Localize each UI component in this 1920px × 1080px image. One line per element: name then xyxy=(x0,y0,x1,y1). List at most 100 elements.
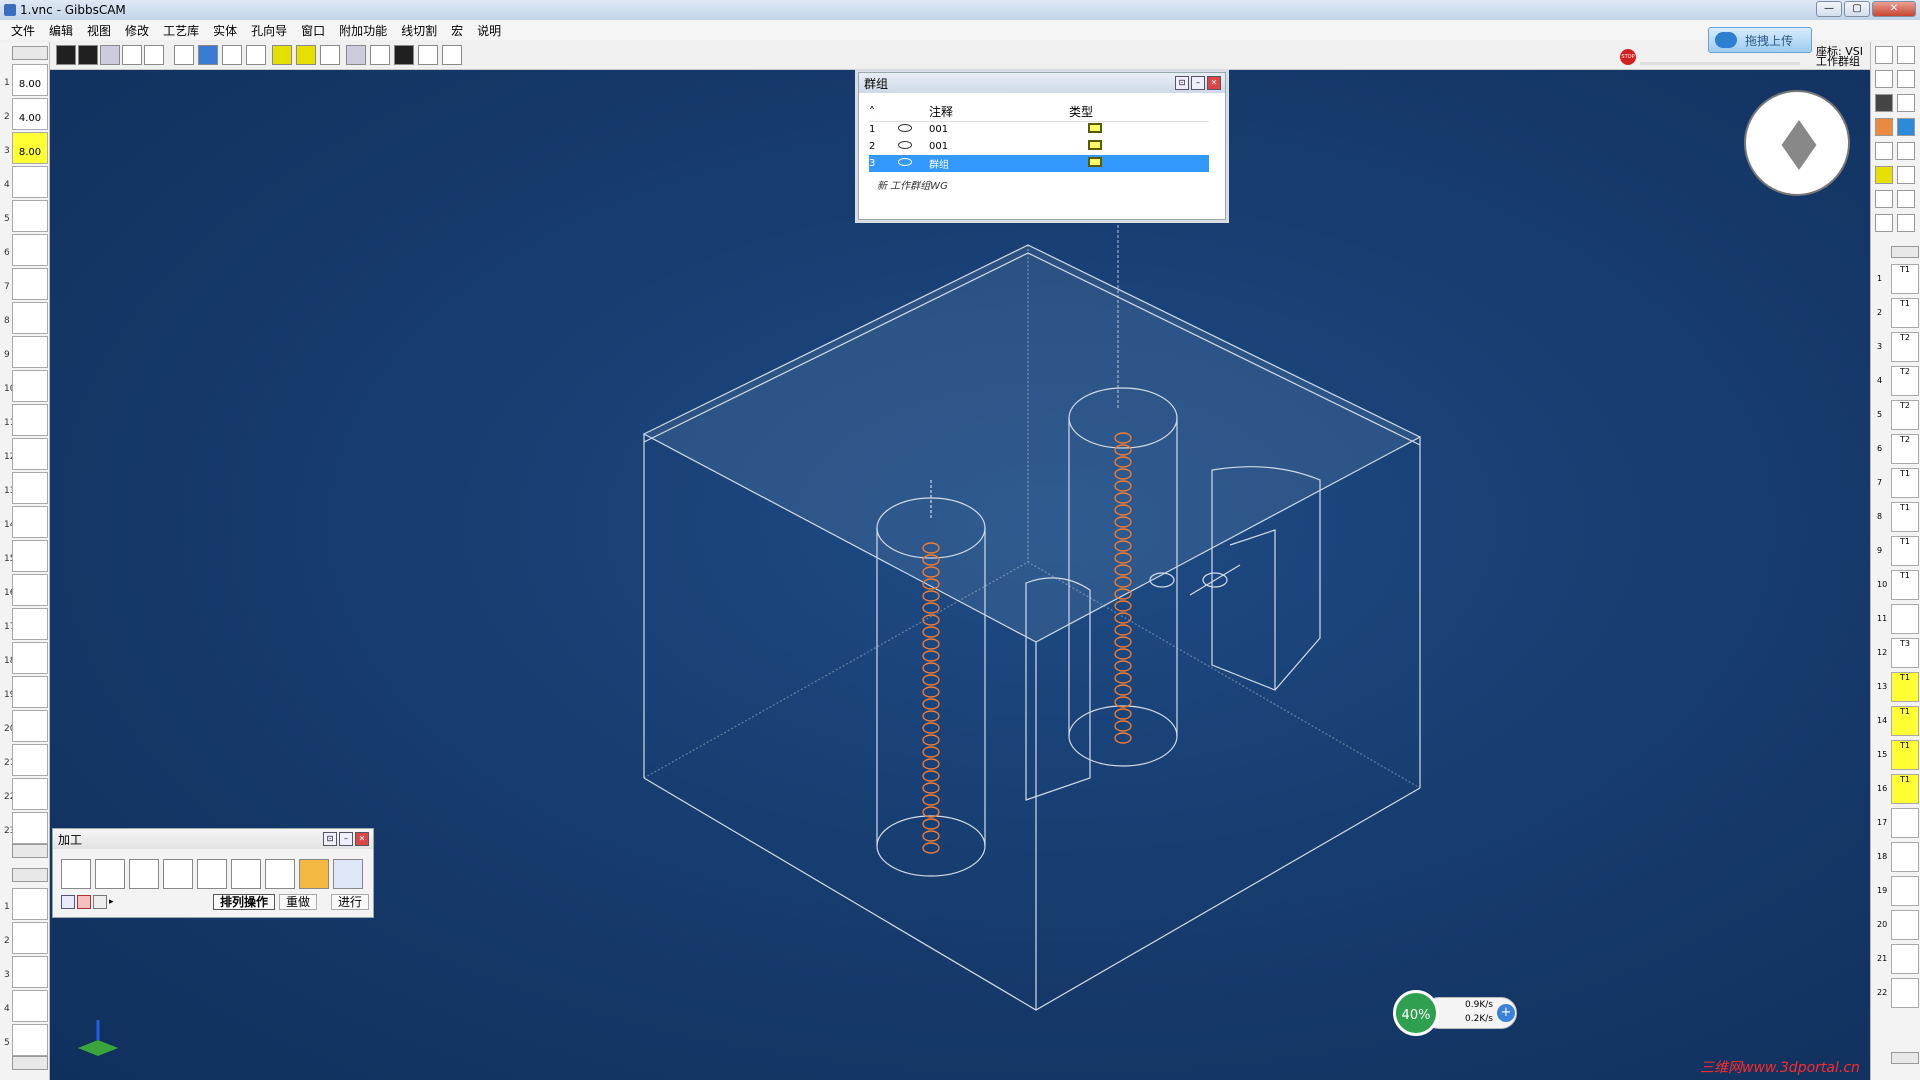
tool-slot-empty[interactable] xyxy=(12,574,48,606)
visibility-icon[interactable] xyxy=(897,158,912,166)
tool-slot-selected[interactable]: 8.00 xyxy=(12,132,48,164)
drill-points-icon[interactable] xyxy=(61,859,91,889)
maximize-button[interactable]: ▢ xyxy=(1844,1,1870,17)
tool-slot-empty[interactable] xyxy=(12,812,48,844)
operation-tile[interactable]: T1 xyxy=(1891,502,1919,532)
operation-tile[interactable] xyxy=(1891,604,1919,634)
solid-tool-icon[interactable] xyxy=(1875,166,1893,184)
face-icon[interactable] xyxy=(296,45,316,65)
minimize-icon[interactable]: – xyxy=(339,832,353,846)
minimize-icon[interactable]: – xyxy=(1191,76,1205,90)
operation-tile[interactable]: T1 xyxy=(1891,468,1919,498)
tool-slot-empty[interactable] xyxy=(12,268,48,300)
copy-icon[interactable] xyxy=(1897,46,1915,64)
operation-tile[interactable]: T1 xyxy=(1891,570,1919,600)
workgroup-slot[interactable] xyxy=(12,1024,48,1056)
layer-icon[interactable] xyxy=(1897,166,1915,184)
scroll-down-icon[interactable] xyxy=(1891,1052,1919,1064)
tool-icon[interactable] xyxy=(1875,94,1893,112)
tool-slot-empty[interactable] xyxy=(12,404,48,436)
contour-icon[interactable] xyxy=(95,859,125,889)
tool-slot-empty[interactable] xyxy=(12,506,48,538)
menu-window[interactable]: 窗口 xyxy=(294,22,332,39)
menu-macro[interactable]: 宏 xyxy=(444,22,470,39)
verify-icon[interactable] xyxy=(333,859,363,889)
path-icon[interactable] xyxy=(1897,94,1915,112)
operation-tile[interactable]: T2 xyxy=(1891,400,1919,430)
table-row[interactable]: 1 001 xyxy=(869,121,1209,138)
menu-solids[interactable]: 实体 xyxy=(206,22,244,39)
accelerate-icon[interactable]: + xyxy=(1497,1004,1515,1022)
operation-tile-empty[interactable] xyxy=(1891,808,1919,838)
delete-icon[interactable] xyxy=(77,895,91,909)
surface-icon[interactable] xyxy=(1897,118,1915,136)
scroll-down-icon[interactable] xyxy=(12,1056,48,1070)
stack-icon[interactable] xyxy=(93,895,107,909)
curve-icon[interactable] xyxy=(1897,70,1915,88)
rough-surface-icon[interactable] xyxy=(265,859,295,889)
close-button[interactable]: ✕ xyxy=(1872,1,1916,17)
table-row[interactable]: 2 001 xyxy=(869,138,1209,155)
surface-mill-icon[interactable] xyxy=(231,859,261,889)
new-document-icon[interactable] xyxy=(1875,46,1893,64)
menu-wire-edm[interactable]: 线切割 xyxy=(394,22,444,39)
workgroup-slot[interactable] xyxy=(12,956,48,988)
operation-tile-empty[interactable] xyxy=(1891,978,1919,1008)
workgroup-slot[interactable] xyxy=(12,990,48,1022)
new-group-label[interactable]: 新 工作群组WG xyxy=(877,177,948,192)
tool-slot-empty[interactable] xyxy=(12,336,48,368)
solid-icon[interactable] xyxy=(272,45,292,65)
menu-view[interactable]: 视图 xyxy=(80,22,118,39)
workgroup-slot[interactable] xyxy=(12,922,48,954)
cube-icon[interactable] xyxy=(1897,142,1915,160)
stock-icon[interactable] xyxy=(122,45,142,65)
menu-help[interactable]: 说明 xyxy=(470,22,508,39)
measure-icon[interactable] xyxy=(1875,190,1893,208)
col-note[interactable]: 注释 xyxy=(929,103,1069,122)
3d-viewport[interactable] xyxy=(50,70,1870,1080)
tool-slot-empty[interactable] xyxy=(12,710,48,742)
menu-file[interactable]: 文件 xyxy=(4,22,42,39)
tool-slot-empty[interactable] xyxy=(12,744,48,776)
pocket-icon[interactable] xyxy=(129,859,159,889)
tool-slot-empty[interactable] xyxy=(12,676,48,708)
arrange-operations-button[interactable]: 排列操作 xyxy=(213,894,276,910)
visibility-icon[interactable] xyxy=(897,124,912,133)
thread-icon[interactable] xyxy=(197,859,227,889)
scroll-up-icon[interactable] xyxy=(1891,246,1919,258)
operation-tile[interactable]: T2 xyxy=(1891,366,1919,396)
tool-slot-empty[interactable] xyxy=(12,472,48,504)
tool-slot-empty[interactable] xyxy=(12,540,48,572)
flag-icon[interactable] xyxy=(1897,190,1915,208)
print-icon[interactable] xyxy=(418,45,438,65)
close-icon[interactable]: ✕ xyxy=(355,832,369,846)
redo-button[interactable]: 重做 xyxy=(279,894,318,910)
tool-slot-empty[interactable] xyxy=(12,608,48,640)
col-type[interactable]: 类型 xyxy=(1069,103,1209,122)
tool-slot-empty[interactable] xyxy=(12,370,48,402)
tool-slot[interactable]: 4.00 xyxy=(12,98,48,130)
settings-icon[interactable] xyxy=(61,895,75,909)
tool-slot-empty[interactable] xyxy=(12,778,48,810)
list-icon[interactable] xyxy=(1875,214,1893,232)
color-material-icon[interactable] xyxy=(222,45,242,65)
operation-tile-empty[interactable] xyxy=(1891,910,1919,940)
operation-tile[interactable]: T1 xyxy=(1891,264,1919,294)
tool-slot-empty[interactable] xyxy=(12,642,48,674)
scroll-down-icon[interactable] xyxy=(12,844,48,858)
operation-tile-empty[interactable] xyxy=(1891,842,1919,872)
tool-slot-empty[interactable] xyxy=(12,200,48,232)
menu-hole-wizard[interactable]: 孔向导 xyxy=(244,22,294,39)
dimension-icon[interactable] xyxy=(198,45,218,65)
menu-modify[interactable]: 修改 xyxy=(118,22,156,39)
tool-slot-empty[interactable] xyxy=(12,438,48,470)
workgroup-icon[interactable] xyxy=(320,45,340,65)
help-cursor-icon[interactable] xyxy=(442,45,462,65)
table-row-selected[interactable]: 3 群组 xyxy=(869,155,1209,172)
tool-shape-icon[interactable] xyxy=(100,45,120,65)
operation-tile[interactable]: T1 xyxy=(1891,536,1919,566)
face-mill-icon[interactable] xyxy=(163,859,193,889)
machining-icon[interactable] xyxy=(1875,118,1893,136)
operation-tile[interactable]: T1 xyxy=(1891,706,1919,736)
expand-icon[interactable]: ▸ xyxy=(109,895,119,909)
